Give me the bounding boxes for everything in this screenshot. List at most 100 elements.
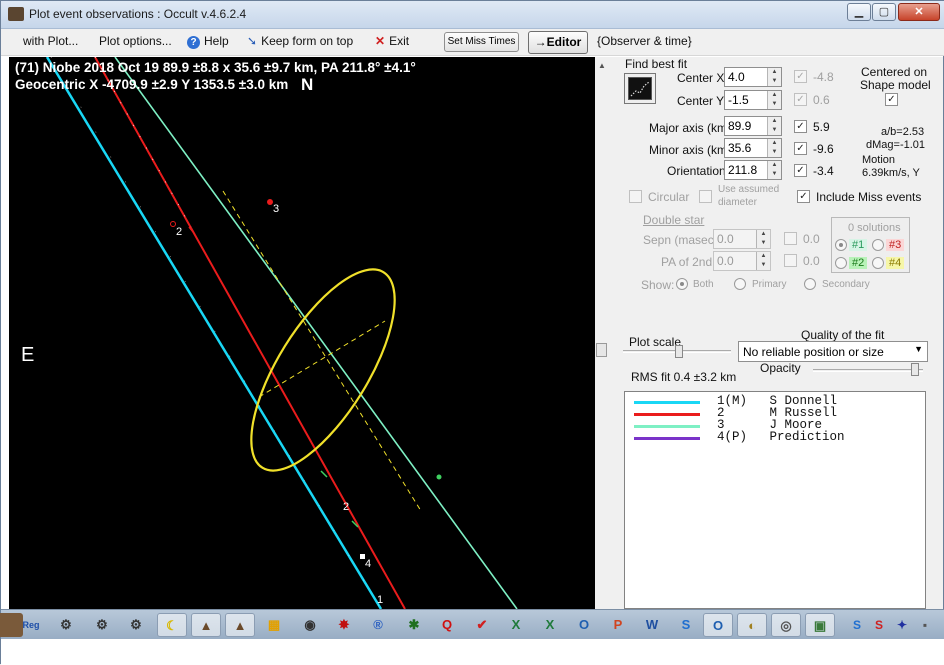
taskbar-outlook-icon[interactable]: O (703, 613, 733, 637)
show-both-radio[interactable] (676, 278, 688, 290)
taskbar-occult-icon[interactable]: ▲ (191, 613, 221, 637)
major-axis-spinner[interactable]: 89.9 ▲ ▼ (724, 116, 782, 136)
chord-line-m-russell (94, 57, 406, 609)
observer-time-menu[interactable]: {Observer & time} (597, 34, 692, 48)
legend-swatch (634, 401, 700, 404)
taskbar-q-icon[interactable]: Q (432, 613, 462, 637)
sepn-spinner[interactable]: 0.0 ▲ ▼ (713, 229, 771, 249)
pa-second-checkbox[interactable] (784, 254, 797, 267)
circular-label: Circular (648, 190, 690, 204)
occultation-plot[interactable]: (71) Niobe 2018 Oct 19 89.9 ±8.8 x 35.6 … (9, 57, 595, 609)
opacity-label: Opacity (760, 361, 801, 375)
taskbar-word-icon[interactable]: W (637, 613, 667, 637)
menu-keep-on-top[interactable]: ➘ Keep form on top (247, 34, 353, 48)
show-secondary-label: Secondary (822, 279, 870, 290)
shape-model-checkbox[interactable]: ✓ (885, 93, 898, 106)
center-x-checkbox[interactable]: ✓ (794, 70, 807, 83)
solution-1-radio[interactable] (835, 239, 847, 251)
spinner-arrows-icon[interactable]: ▲ ▼ (767, 68, 781, 86)
splitter-thumb[interactable] (596, 343, 607, 357)
circular-checkbox[interactable] (629, 190, 642, 203)
taskbar-reg-icon[interactable]: Reg (16, 613, 46, 637)
center-y-checkbox[interactable]: ✓ (794, 93, 807, 106)
include-miss-checkbox[interactable]: ✓ (797, 190, 810, 203)
taskbar-printer-icon[interactable]: ▣ (805, 613, 835, 637)
taskbar-moon-icon[interactable]: ☾ (157, 613, 187, 637)
menu-help[interactable]: ? Help (187, 34, 229, 49)
fit-chart-icon (628, 77, 652, 100)
spinner-arrows-icon[interactable]: ▲ ▼ (756, 252, 770, 270)
taskbar-outlook-icon[interactable]: O (569, 613, 599, 637)
taskbar-occult-icon[interactable]: ▲ (225, 613, 255, 637)
spinner-arrows-icon[interactable]: ▲ ▼ (767, 161, 781, 179)
center-y-spinner[interactable]: -1.5 ▲ ▼ (724, 90, 782, 110)
orientation-spinner[interactable]: 211.8 ▲ ▼ (724, 160, 782, 180)
solutions-count: 0 solutions (848, 222, 901, 234)
find-best-fit-button[interactable] (624, 73, 656, 104)
menu-with-plot[interactable]: with Plot... (23, 34, 78, 48)
opacity-thumb[interactable] (911, 363, 919, 376)
menu-exit[interactable]: ✕ Exit (375, 34, 409, 48)
spinner-arrows-icon[interactable]: ▲ ▼ (767, 139, 781, 157)
minor-axis-spinner[interactable]: 35.6 ▲ ▼ (724, 138, 782, 158)
taskbar-excel-icon[interactable]: X (535, 613, 565, 637)
taskbar-tray-icon[interactable]: ▪ (910, 613, 940, 637)
taskbar-star-icon[interactable]: ✸ (329, 613, 359, 637)
taskbar-folder-icon[interactable]: ▦ (259, 613, 289, 637)
chord-label-2b: 2 (343, 501, 350, 513)
major-axis-checkbox[interactable]: ✓ (794, 120, 807, 133)
fitted-ellipse (250, 268, 396, 472)
spinner-arrows-icon[interactable]: ▲ ▼ (767, 117, 781, 135)
taskbar-gears-icon[interactable]: ⚙ (51, 613, 81, 637)
up-arrow-icon[interactable]: ▲ (598, 61, 606, 70)
north-label: N (301, 75, 314, 94)
close-button[interactable]: ✕ (898, 3, 940, 21)
minimize-button[interactable]: ▁ (847, 3, 871, 21)
menu-plot-options[interactable]: Plot options... (99, 34, 172, 48)
solution-3-radio[interactable] (872, 239, 884, 251)
taskbar-globe-icon[interactable]: ◉ (295, 613, 325, 637)
taskbar-s-icon[interactable]: S (671, 613, 701, 637)
title-bar: Plot event observations : Occult v.4.6.2… (1, 1, 944, 29)
center-x-spinner[interactable]: 4.0 ▲ ▼ (724, 67, 782, 87)
editor-button[interactable]: →Editor (528, 31, 588, 54)
legend-swatch (634, 437, 700, 440)
solution-3-label: #3 (886, 239, 905, 251)
opacity-slider[interactable] (813, 369, 923, 372)
minor-axis-label: Minor axis (km) (649, 143, 732, 157)
taskbar-powerpoint-icon[interactable]: P (603, 613, 633, 637)
plot-scale-thumb[interactable] (675, 345, 683, 358)
minor-axis-checkbox[interactable]: ✓ (794, 142, 807, 155)
solution-4-radio[interactable] (872, 257, 884, 269)
center-y-label: Center Y (677, 94, 725, 108)
pa-second-spinner[interactable]: 0.0 ▲ ▼ (713, 251, 771, 271)
spinner-arrows-icon[interactable]: ▲ ▼ (767, 91, 781, 109)
set-miss-times-button[interactable]: Set Miss Times (444, 32, 519, 52)
show-secondary-radio[interactable] (804, 278, 816, 290)
show-primary-radio[interactable] (734, 278, 746, 290)
solution-2-radio[interactable] (835, 257, 847, 269)
taskbar-excel-icon[interactable]: X (501, 613, 531, 637)
sepn-delta: 0.0 (803, 232, 820, 246)
taskbar-gadget-icon[interactable]: ◐ (737, 613, 767, 637)
taskbar-blue-app-icon[interactable]: ® (363, 613, 393, 637)
quality-select[interactable]: No reliable position or size ▼ (738, 341, 928, 362)
taskbar-disk-icon[interactable]: ◎ (771, 613, 801, 637)
motion-label: Motion (862, 154, 896, 166)
taskbar-gears-icon[interactable]: ⚙ (87, 613, 117, 637)
help-icon: ? (187, 36, 200, 49)
sepn-checkbox[interactable] (784, 232, 797, 245)
use-assumed-checkbox[interactable] (699, 190, 712, 203)
chord-label-2a: 2 (176, 226, 183, 238)
chevron-down-icon[interactable]: ▼ (914, 344, 923, 354)
maximize-button[interactable]: ▢ (872, 3, 896, 21)
taskbar-green-app-icon[interactable]: ✱ (399, 613, 429, 637)
taskbar-check-icon[interactable]: ✔ (467, 613, 497, 637)
orientation-checkbox[interactable]: ✓ (794, 164, 807, 177)
splitter-strip[interactable]: ▲ (595, 57, 609, 609)
spinner-arrows-icon[interactable]: ▲ ▼ (756, 230, 770, 248)
solution-2-label: #2 (849, 257, 868, 269)
legend-swatch (634, 425, 700, 428)
taskbar-gears-icon[interactable]: ⚙ (121, 613, 151, 637)
observer-legend-list[interactable]: 1(M) S Donnell 2 M Russell 3 J Moore 4(P… (624, 391, 926, 609)
